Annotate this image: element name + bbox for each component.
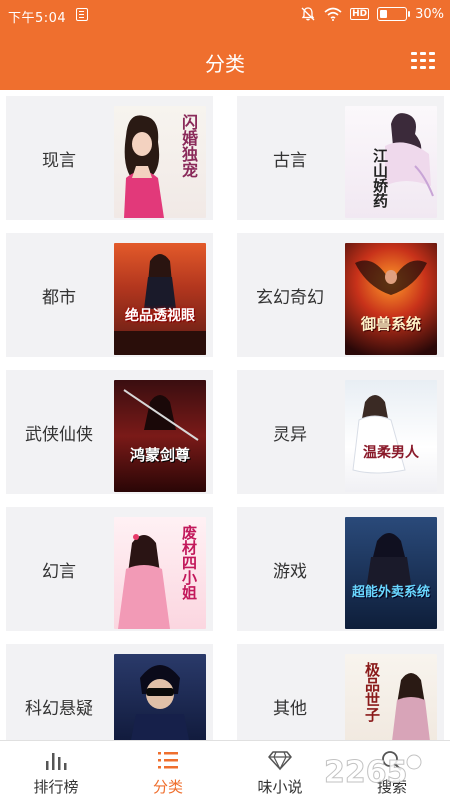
tab-ranking[interactable]: 排行榜 [0, 741, 112, 800]
grid-menu-icon[interactable] [410, 48, 436, 72]
cover-title: 超能外卖系统 [351, 585, 430, 600]
tab-label: 味小说 [257, 778, 303, 796]
diamond-icon [268, 751, 292, 771]
book-cover: 闪婚独宠 [114, 106, 206, 218]
book-cover: 极品世子 [345, 654, 437, 740]
category-card-guyan[interactable]: 古言 江山娇药 [237, 96, 444, 220]
wifi-icon [324, 7, 342, 21]
page-title: 分类 [205, 52, 245, 76]
category-card-lingyi[interactable]: 灵异 温柔男人 [237, 370, 444, 494]
book-cover: 温柔男人 [345, 380, 437, 492]
cover-title: 温柔男人 [363, 445, 419, 461]
tab-label: 分类 [152, 778, 183, 796]
book-cover: 江山娇药 [345, 106, 437, 218]
cover-title: 极品世子 [363, 662, 381, 722]
category-card-xianyan[interactable]: 现言 闪婚独宠 [6, 96, 213, 220]
cover-title: 闪婚独宠 [179, 114, 198, 178]
note-icon [76, 8, 88, 21]
status-icons: HD 30% [300, 6, 444, 22]
cover-title: 绝品透视眼 [125, 308, 195, 324]
cover-title: 御兽系统 [360, 315, 421, 333]
status-bar: 下午5:04 HD 30% [0, 0, 450, 30]
category-grid: 现言 闪婚独宠 古言 江山娇药 都市 绝品透视眼 玄幻奇幻 御兽系统 武侠仙侠 … [0, 90, 450, 740]
category-card-youxi[interactable]: 游戏 超能外卖系统 [237, 507, 444, 631]
cover-title: 江山娇药 [371, 148, 389, 208]
book-cover [114, 654, 206, 740]
category-label: 游戏 [273, 561, 307, 582]
category-label: 现言 [42, 150, 76, 171]
battery-level [380, 10, 388, 18]
hd-icon: HD [350, 8, 370, 20]
book-cover: 超能外卖系统 [345, 517, 437, 629]
tab-label: 搜索 [376, 778, 407, 796]
app-header: 分类 [0, 30, 450, 90]
bar-chart-icon [46, 753, 67, 770]
battery-percent: 30% [415, 6, 444, 22]
tab-label: 排行榜 [33, 778, 79, 796]
status-time: 下午5:04 [8, 11, 67, 26]
bottom-tab-bar: 排行榜 分类 味小说 搜索 [0, 740, 450, 800]
category-card-wuxia[interactable]: 武侠仙侠 鸿蒙剑尊 [6, 370, 213, 494]
category-label: 玄幻奇幻 [256, 287, 324, 308]
battery-icon [377, 7, 411, 21]
category-label: 都市 [42, 287, 76, 308]
category-card-dushi[interactable]: 都市 绝品透视眼 [6, 233, 213, 357]
book-cover: 鸿蒙剑尊 [114, 380, 206, 492]
category-label: 科幻悬疑 [25, 698, 93, 719]
tab-category[interactable]: 分类 [112, 741, 224, 800]
category-label: 幻言 [42, 561, 76, 582]
list-icon [158, 752, 178, 769]
category-card-xuanhuan[interactable]: 玄幻奇幻 御兽系统 [237, 233, 444, 357]
category-label: 灵异 [273, 424, 307, 445]
category-card-kehuan[interactable]: 科幻悬疑 [6, 644, 213, 740]
search-icon [382, 751, 402, 771]
category-label: 其他 [273, 698, 307, 719]
tab-wei-novel[interactable]: 味小说 [224, 741, 336, 800]
tab-search[interactable]: 搜索 [336, 741, 448, 800]
mute-bell-icon [301, 7, 315, 21]
category-card-qita[interactable]: 其他 极品世子 [237, 644, 444, 740]
category-label: 古言 [273, 150, 307, 171]
book-cover: 御兽系统 [345, 243, 437, 355]
book-cover: 绝品透视眼 [114, 243, 206, 355]
category-card-huanyan[interactable]: 幻言 废材四小姐 [6, 507, 213, 631]
cover-title: 废材四小姐 [180, 525, 198, 600]
cover-title: 鸿蒙剑尊 [129, 446, 190, 464]
book-cover: 废材四小姐 [114, 517, 206, 629]
category-label: 武侠仙侠 [25, 424, 93, 445]
